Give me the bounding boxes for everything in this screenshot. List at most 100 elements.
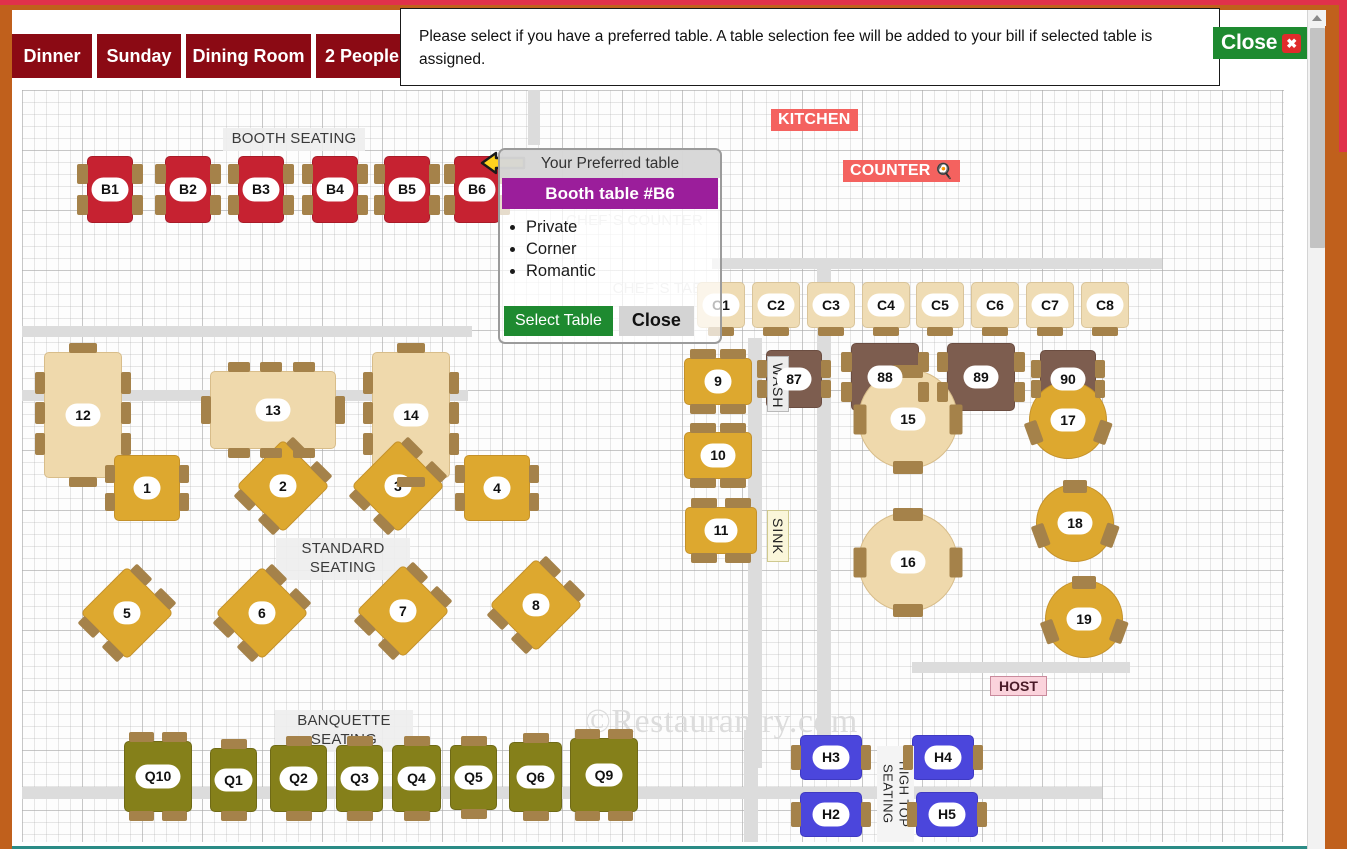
popup-button-row: Select Table Close: [504, 306, 694, 336]
table-10[interactable]: 10: [684, 423, 752, 488]
chair: [893, 507, 923, 521]
chair: [949, 404, 963, 434]
chair: [982, 327, 1008, 336]
table-12[interactable]: 12: [35, 343, 131, 487]
table-B5[interactable]: B5: [374, 156, 440, 223]
table-6[interactable]: 6: [212, 563, 312, 663]
chair: [791, 809, 801, 827]
table-C3[interactable]: C3: [807, 282, 855, 336]
table-2[interactable]: 2: [233, 436, 333, 536]
table-H5[interactable]: H5: [907, 792, 987, 837]
table-B2[interactable]: B2: [155, 156, 221, 223]
chair: [155, 164, 166, 184]
table-H3[interactable]: H3: [791, 735, 871, 780]
table-number-label: C4: [869, 294, 903, 316]
chair: [35, 402, 45, 425]
table-number-label: 16: [892, 551, 924, 573]
table-number-label: 19: [1068, 608, 1100, 630]
filter-button-dining-room[interactable]: Dining Room: [186, 34, 311, 78]
chair: [283, 195, 294, 215]
chair: [374, 164, 385, 184]
table-5[interactable]: 5: [77, 563, 177, 663]
close-button-label: Close: [1221, 31, 1278, 54]
kitchen-text: KITCHEN: [778, 111, 851, 128]
table-number-label: H3: [814, 747, 848, 768]
chair: [35, 432, 45, 455]
table-8[interactable]: 8: [486, 555, 586, 655]
table-13[interactable]: 13: [201, 362, 345, 458]
table-19[interactable]: 19: [1039, 575, 1129, 658]
table-C6[interactable]: C6: [971, 282, 1019, 336]
table-Q1[interactable]: Q1: [210, 739, 257, 821]
chair: [449, 432, 459, 455]
table-9[interactable]: 9: [684, 349, 752, 414]
chair: [129, 811, 154, 821]
table-number-label: B6: [460, 179, 494, 200]
chair: [522, 733, 549, 743]
table-C5[interactable]: C5: [916, 282, 964, 336]
scrollbar-thumb[interactable]: [1310, 28, 1325, 248]
filter-button-2-people[interactable]: 2 People: [316, 34, 408, 78]
chair: [363, 432, 373, 455]
chair: [449, 402, 459, 425]
chair: [791, 752, 801, 770]
chair: [132, 164, 143, 184]
table-H2[interactable]: H2: [791, 792, 871, 837]
table-surface: C8: [1081, 282, 1129, 328]
table-4[interactable]: 4: [455, 455, 539, 521]
chair: [220, 739, 247, 749]
table-Q5[interactable]: Q5: [450, 736, 497, 819]
chair: [725, 553, 751, 563]
table-number-label: 9: [706, 371, 730, 392]
table-number-label: Q2: [281, 768, 316, 789]
table-surface: 9: [684, 358, 752, 405]
popup-attribute-list: PrivateCornerRomantic: [526, 217, 720, 282]
filter-button-sunday[interactable]: Sunday: [97, 34, 181, 78]
table-16[interactable]: 16: [853, 507, 963, 617]
close-button-top[interactable]: Close ✖: [1213, 27, 1308, 59]
table-number-label: 7: [391, 600, 415, 622]
table-11[interactable]: 11: [685, 498, 757, 563]
table-number-label: 18: [1059, 512, 1091, 534]
select-table-button[interactable]: Select Table: [504, 306, 613, 336]
table-1[interactable]: 1: [105, 455, 189, 521]
chair: [374, 195, 385, 215]
table-C4[interactable]: C4: [862, 282, 910, 336]
table-H4[interactable]: H4: [903, 735, 983, 780]
chair: [1072, 575, 1096, 589]
table-Q2[interactable]: Q2: [270, 736, 327, 821]
filter-button-dinner[interactable]: Dinner: [12, 34, 92, 78]
table-number-label: B2: [171, 179, 205, 200]
table-number-label: 87: [778, 368, 810, 390]
table-Q4[interactable]: Q4: [392, 736, 441, 821]
table-B4[interactable]: B4: [302, 156, 368, 223]
table-Q10[interactable]: Q10: [124, 732, 192, 821]
table-Q9[interactable]: Q9: [570, 729, 638, 821]
table-C7[interactable]: C7: [1026, 282, 1074, 336]
scroll-up-arrow-icon[interactable]: [1308, 10, 1326, 26]
chair: [460, 809, 487, 819]
table-surface: C4: [862, 282, 910, 328]
table-surface: H5: [916, 792, 978, 837]
table-18[interactable]: 18: [1030, 479, 1120, 562]
table-number-label: 12: [67, 404, 99, 426]
page-scrollbar[interactable]: [1307, 10, 1326, 849]
chair: [529, 493, 539, 511]
table-surface: Q1: [210, 748, 257, 812]
table-Q6[interactable]: Q6: [509, 733, 562, 821]
chair: [893, 460, 923, 474]
table-surface: B1: [87, 156, 133, 223]
chair: [841, 382, 852, 402]
chair: [285, 811, 312, 821]
chair: [162, 811, 187, 821]
table-number-label: C6: [978, 294, 1012, 316]
table-B1[interactable]: B1: [77, 156, 143, 223]
popup-close-button[interactable]: Close: [618, 306, 694, 336]
table-C2[interactable]: C2: [752, 282, 800, 336]
chair: [841, 352, 852, 372]
table-B3[interactable]: B3: [228, 156, 294, 223]
table-number-label: 15: [892, 408, 924, 430]
chair: [357, 164, 368, 184]
table-Q3[interactable]: Q3: [336, 736, 383, 821]
table-C8[interactable]: C8: [1081, 282, 1129, 336]
